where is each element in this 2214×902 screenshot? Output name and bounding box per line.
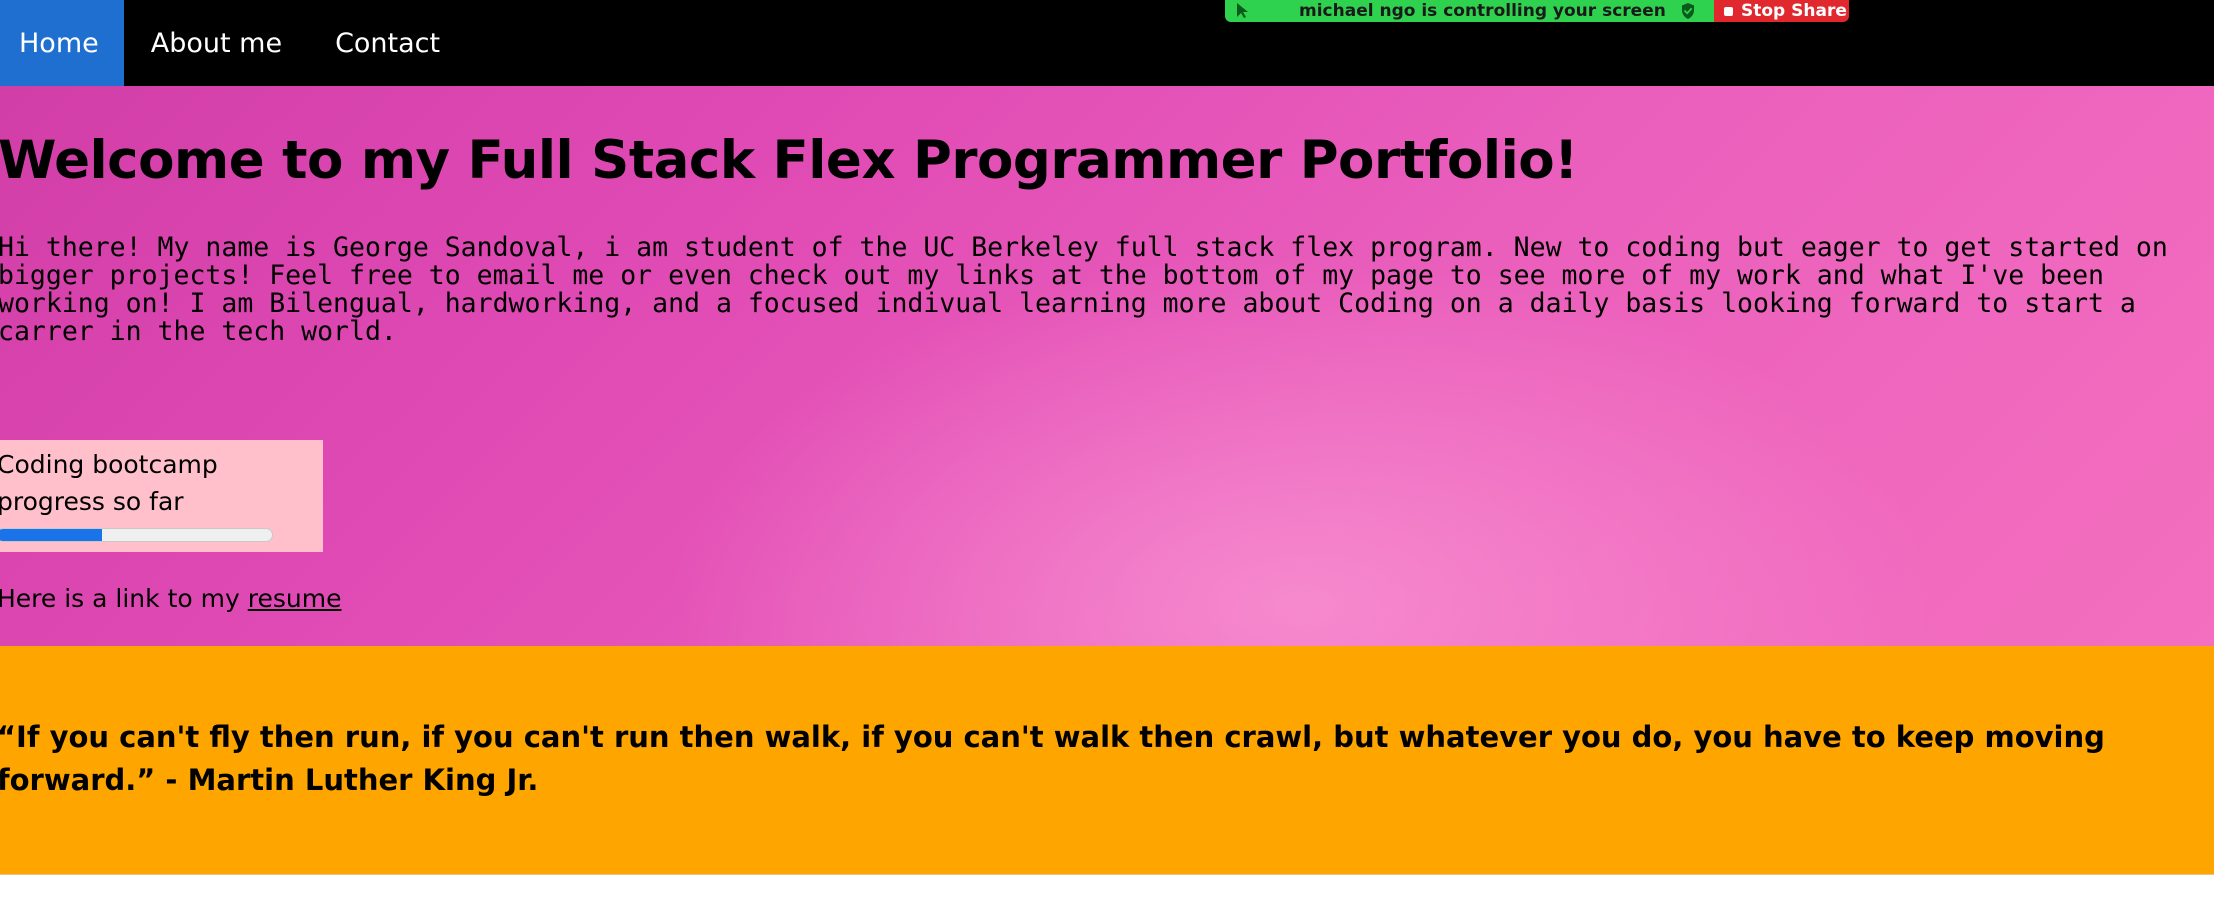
page-title: Welcome to my Full Stack Flex Programmer…	[0, 130, 1578, 191]
intro-paragraph: Hi there! My name is George Sandoval, i …	[0, 232, 2168, 347]
nav-contact-link[interactable]: Contact	[308, 0, 466, 86]
nav-home-link[interactable]: Home	[0, 0, 124, 86]
stop-share-button[interactable]: Stop Share	[1714, 0, 1849, 22]
progress-bar	[0, 528, 273, 542]
stop-icon	[1724, 6, 1733, 16]
resume-prefix: Here is a link to my	[0, 584, 248, 613]
resume-line: Here is a link to my resume	[0, 584, 341, 613]
nav-about-link[interactable]: About me	[124, 0, 308, 86]
remote-cursor-icon	[1237, 3, 1248, 18]
page: Home About me Contact michael ngo is con…	[0, 0, 2214, 902]
stop-share-label: Stop Share	[1741, 1, 1847, 21]
progress-label: Coding bootcamp progress so far	[0, 450, 218, 516]
shield-check-icon	[1682, 3, 1694, 19]
hero-section: Welcome to my Full Stack Flex Programmer…	[0, 86, 2214, 646]
resume-link[interactable]: resume	[248, 584, 342, 613]
quote-text: “If you can't fly then run, if you can't…	[0, 720, 2105, 797]
quote-section: “If you can't fly then run, if you can't…	[0, 646, 2214, 874]
remote-control-status: michael ngo is controlling your screen	[1225, 0, 1714, 22]
screen-share-banner: michael ngo is controlling your screen S…	[1225, 0, 1849, 22]
progress-bar-fill	[0, 529, 102, 541]
progress-card: Coding bootcamp progress so far	[0, 440, 323, 552]
top-navbar: Home About me Contact	[0, 0, 2214, 86]
remote-control-text: michael ngo is controlling your screen	[1299, 1, 1666, 21]
page-bottom-edge	[0, 874, 2214, 902]
